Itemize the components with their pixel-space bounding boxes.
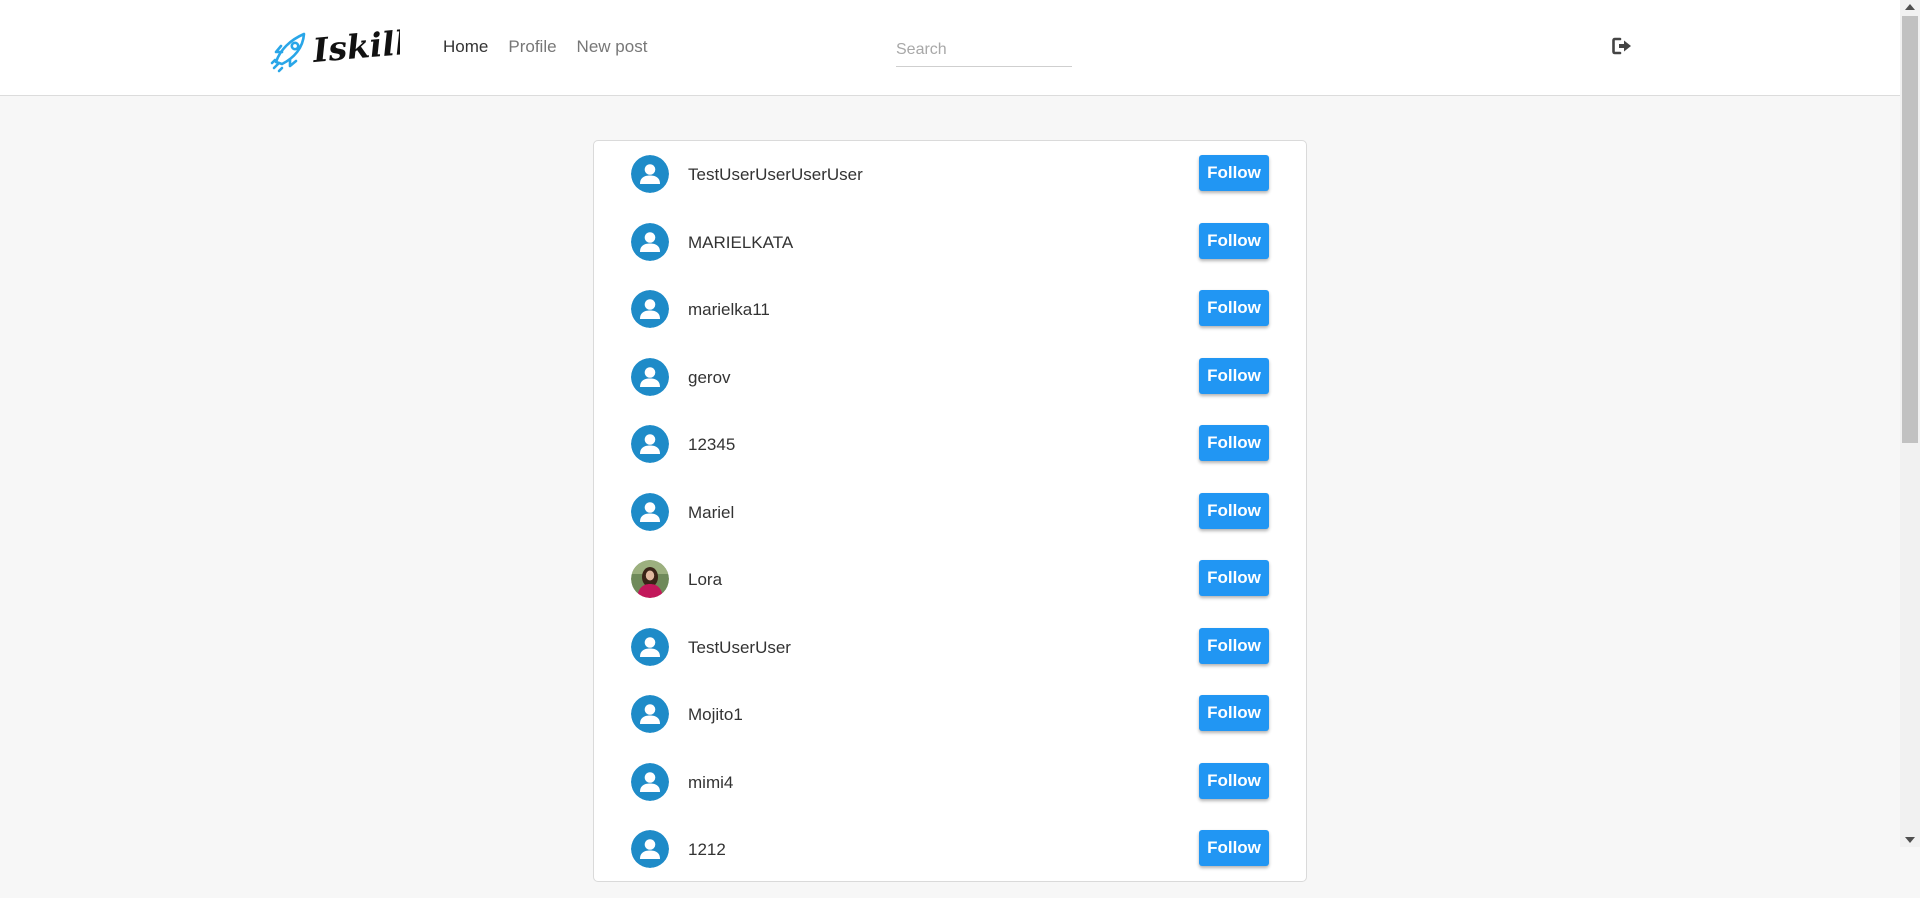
user-list-item: MARIELKATA Follow [594,222,1306,291]
username[interactable]: marielka11 [688,300,770,320]
user-avatar-icon[interactable] [631,290,669,328]
user-list-item: mimi4 Follow [594,762,1306,831]
user-list-item: marielka11 Follow [594,290,1306,358]
nav-home-link[interactable]: Home [443,37,488,57]
user-list-item: Lora Follow [594,560,1306,628]
follow-button[interactable]: Follow [1199,290,1269,326]
user-list-item: gerov Follow [594,357,1306,426]
nav-profile-link[interactable]: Profile [508,37,556,57]
follow-button[interactable]: Follow [1199,830,1269,866]
user-avatar-icon[interactable] [631,425,669,463]
rocket-icon: Iskillo [270,22,400,73]
user-avatar-icon[interactable] [631,155,669,193]
user-avatar-icon[interactable] [631,357,669,396]
username[interactable]: Lora [688,570,722,590]
user-list-item: 12345 Follow [594,425,1306,493]
user-avatar-photo[interactable] [631,560,669,598]
sign-out-icon[interactable] [1610,34,1634,58]
scroll-up-arrow-icon[interactable] [1905,4,1915,10]
follow-button[interactable]: Follow [1199,560,1269,596]
user-list-item: Mojito1 Follow [594,695,1306,763]
username[interactable]: mimi4 [688,773,733,793]
user-list: TestUserUserUserUser Follow MARIELKATA F… [594,155,1306,898]
username[interactable]: TestUserUserUserUser [688,165,863,185]
main-nav: Home Profile New post [443,37,647,57]
user-avatar-icon[interactable] [631,830,669,868]
user-list-item: TestUserUser Follow [594,627,1306,696]
svg-text:Iskillo: Iskillo [310,22,400,70]
follow-button[interactable]: Follow [1199,425,1269,461]
user-avatar-icon[interactable] [631,222,669,261]
nav-new-post-link[interactable]: New post [577,37,648,57]
brand-logo[interactable]: Iskillo [270,22,400,74]
follow-button[interactable]: Follow [1199,492,1269,529]
follow-button[interactable]: Follow [1199,222,1269,259]
username[interactable]: Mojito1 [688,705,743,725]
username[interactable]: 1212 [688,840,726,860]
follow-button[interactable]: Follow [1199,627,1269,664]
top-navbar: Iskillo Home Profile New post [0,0,1900,96]
users-card: TestUserUserUserUser Follow MARIELKATA F… [593,140,1307,882]
user-list-item: Mariel Follow [594,492,1306,561]
username[interactable]: Mariel [688,503,734,523]
user-list-item: TestUserUserUserUser Follow [594,155,1306,223]
search-input[interactable] [896,34,1072,67]
user-avatar-icon[interactable] [631,627,669,666]
scroll-down-arrow-icon[interactable] [1905,837,1915,843]
user-avatar-icon[interactable] [631,492,669,531]
page-scrollbar[interactable] [1900,0,1920,847]
username[interactable]: gerov [688,368,731,388]
follow-button[interactable]: Follow [1199,357,1269,394]
user-list-item: 1212 Follow [594,830,1306,898]
follow-button[interactable]: Follow [1199,695,1269,731]
follow-button[interactable]: Follow [1199,762,1269,799]
follow-button[interactable]: Follow [1199,155,1269,191]
scrollbar-thumb[interactable] [1902,16,1918,443]
username[interactable]: MARIELKATA [688,233,793,253]
user-avatar-icon[interactable] [631,762,669,801]
user-avatar-icon[interactable] [631,695,669,733]
username[interactable]: 12345 [688,435,735,455]
username[interactable]: TestUserUser [688,638,791,658]
